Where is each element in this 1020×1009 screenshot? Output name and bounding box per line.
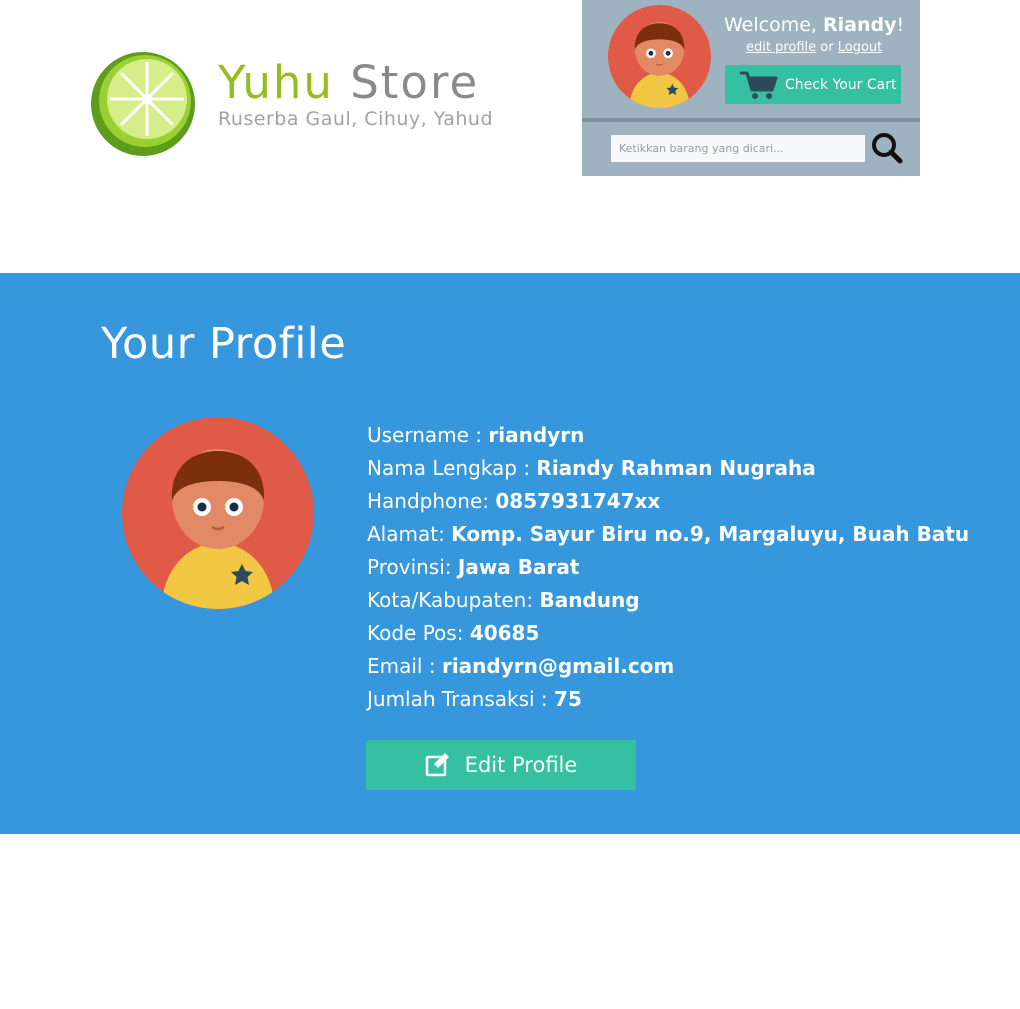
- detail-username: Username : riandyrn: [367, 419, 969, 452]
- search-input[interactable]: [611, 135, 865, 162]
- detail-city: Kota/Kabupaten: Bandung: [367, 584, 969, 617]
- page-title: Your Profile: [101, 319, 347, 369]
- shopping-cart-icon: [740, 71, 778, 99]
- links-separator: or: [820, 40, 834, 55]
- profile-details: Username : riandyrn Nama Lengkap : Riand…: [367, 419, 969, 716]
- detail-value: 0857931747xx: [495, 489, 661, 513]
- detail-label: Nama Lengkap :: [367, 456, 537, 480]
- brand-tagline: Ruserba Gaul, Cihuy, Yahud: [218, 108, 494, 130]
- detail-transactions: Jumlah Transaksi : 75: [367, 683, 969, 716]
- account-links: edit profile or Logout: [746, 40, 882, 55]
- brand-name-first: Yuhu: [218, 56, 334, 109]
- welcome-prefix: Welcome,: [724, 14, 817, 36]
- detail-postal-code: Kode Pos: 40685: [367, 617, 969, 650]
- detail-value: riandyrn@gmail.com: [441, 654, 675, 678]
- brand-title[interactable]: Yuhu Store: [218, 60, 493, 105]
- detail-label: Username :: [367, 423, 489, 447]
- detail-value: Riandy Rahman Nugraha: [536, 456, 816, 480]
- detail-value: riandyrn: [488, 423, 585, 447]
- logout-link[interactable]: Logout: [838, 40, 883, 55]
- welcome-username: Riandy: [823, 14, 897, 36]
- edit-profile-button[interactable]: Edit Profile: [366, 740, 636, 790]
- detail-value: Komp. Sayur Biru no.9, Margaluyu, Buah B…: [451, 522, 970, 546]
- panel-divider: [582, 118, 920, 122]
- detail-email: Email : riandyrn@gmail.com: [367, 650, 969, 683]
- detail-label: Email :: [367, 654, 442, 678]
- welcome-suffix: !: [896, 14, 905, 36]
- brand: Yuhu Store Ruserba Gaul, Cihuy, Yahud: [218, 60, 493, 129]
- check-cart-label: Check Your Cart: [785, 76, 897, 93]
- detail-value: Jawa Barat: [457, 555, 580, 579]
- detail-address: Alamat: Komp. Sayur Biru no.9, Margaluyu…: [367, 518, 969, 551]
- check-cart-button[interactable]: Check Your Cart: [725, 65, 901, 104]
- detail-label: Jumlah Transaksi :: [367, 687, 555, 711]
- user-panel: Welcome, Riandy! edit profile or Logout …: [582, 0, 920, 176]
- detail-handphone: Handphone: 0857931747xx: [367, 485, 969, 518]
- edit-profile-link[interactable]: edit profile: [746, 40, 816, 55]
- lime-icon[interactable]: [90, 51, 196, 157]
- detail-full-name: Nama Lengkap : Riandy Rahman Nugraha: [367, 452, 969, 485]
- edit-icon: [425, 753, 449, 777]
- detail-value: 40685: [469, 621, 540, 645]
- detail-value: 75: [554, 687, 582, 711]
- welcome-message: Welcome, Riandy!: [724, 14, 904, 36]
- detail-label: Alamat:: [367, 522, 452, 546]
- search-icon[interactable]: [871, 132, 903, 164]
- detail-label: Provinsi:: [367, 555, 458, 579]
- detail-province: Provinsi: Jawa Barat: [367, 551, 969, 584]
- detail-label: Handphone:: [367, 489, 496, 513]
- edit-profile-label: Edit Profile: [464, 753, 578, 777]
- detail-label: Kode Pos:: [367, 621, 470, 645]
- user-avatar-icon: [608, 5, 711, 108]
- brand-name-second: Store: [350, 56, 480, 109]
- detail-label: Kota/Kabupaten:: [367, 588, 540, 612]
- detail-value: Bandung: [539, 588, 640, 612]
- profile-section: Your Profile Username : riandyrn Nama Le…: [0, 273, 1020, 834]
- profile-avatar-icon: [122, 417, 314, 609]
